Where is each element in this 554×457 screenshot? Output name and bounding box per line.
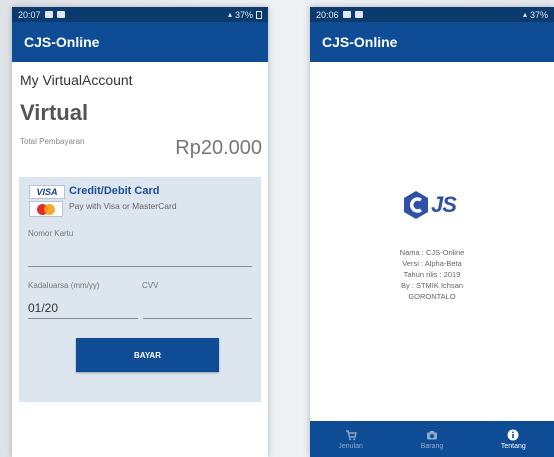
card-subtitle: Pay with Visa or MasterCard <box>69 201 177 211</box>
about-version: Versi : Alpha-Beta <box>402 259 462 268</box>
cjs-logo: JS <box>403 190 465 220</box>
camera-icon <box>426 430 437 439</box>
app-title: CJS-Online <box>322 34 398 50</box>
nav-item-tentang[interactable]: Tentang <box>473 421 554 457</box>
about-release-year: Tahun rilis : 2019 <box>403 270 461 279</box>
card-title: Credit/Debit Card <box>69 185 160 197</box>
cart-icon <box>345 429 357 440</box>
app-bar: CJS-Online <box>12 22 268 62</box>
status-right: ▴ 37% <box>523 10 548 20</box>
expiry-underline <box>28 318 138 319</box>
nav-item-barang[interactable]: Barang <box>391 421 472 457</box>
status-bar: 20:06 ▴ 37% <box>310 7 554 22</box>
about-author: By : STMIK Ichsan <box>400 281 464 290</box>
message-notification-icon <box>56 11 65 18</box>
pay-button[interactable]: BAYAR <box>76 338 219 372</box>
cvv-underline <box>143 318 252 319</box>
nav-label-jenulan: Jenulan <box>338 442 363 450</box>
status-right: ▴ 37% <box>228 10 262 20</box>
virtual-heading: Virtual <box>20 100 89 125</box>
nav-label-barang: Barang <box>420 442 444 450</box>
card-payment-panel: VISA Credit/Debit Card Pay with Visa or … <box>19 177 261 402</box>
about-name: Nama : CJS-Online <box>399 248 465 257</box>
image-notification-icon <box>44 11 53 18</box>
card-number-input[interactable] <box>28 251 250 265</box>
status-time: 20:07 <box>18 9 41 20</box>
virtual-account-title: My VirtualAccount <box>20 72 133 88</box>
battery-icon <box>256 10 262 19</box>
nav-item-jenulan[interactable]: Jenulan <box>310 421 391 457</box>
cvv-label: CVV <box>142 281 159 290</box>
info-icon <box>507 429 519 440</box>
expiry-input[interactable]: 01/20 <box>28 301 138 315</box>
card-number-label: Nomor Kartu <box>28 229 74 238</box>
total-payment-value: Rp20.000 <box>175 137 262 159</box>
app-bar: CJS-Online <box>310 22 554 62</box>
signal-icon: ▴ <box>522 10 527 19</box>
phone-screen-about: 20:06 ▴ 37% CJS-Online JS Nama : CJS-Onl… <box>310 7 554 457</box>
battery-percent: 37% <box>529 9 548 20</box>
bottom-navigation: Jenulan Barang Tentang <box>310 421 554 457</box>
cvv-input[interactable] <box>143 301 251 315</box>
status-time: 20:06 <box>316 9 339 20</box>
status-bar: 20:07 ▴ 37% <box>12 7 268 22</box>
battery-percent: 37% <box>234 9 253 20</box>
signal-icon: ▴ <box>227 10 232 19</box>
total-payment-label: Total Pembayaran <box>20 137 85 146</box>
about-info: Nama : CJS-Online Versi : Alpha-Beta Tah… <box>310 247 554 302</box>
logo-text: JS <box>431 192 457 217</box>
mastercard-logo-icon <box>29 201 63 217</box>
expiry-label: Kadaluarsa (mm/yy) <box>28 281 100 290</box>
phone-screen-payment: 20:07 ▴ 37% CJS-Online My VirtualAccount… <box>12 7 268 457</box>
app-title: CJS-Online <box>24 34 100 50</box>
nav-label-tentang: Tentang <box>500 442 526 450</box>
about-city: GORONTALO <box>408 292 456 301</box>
card-number-underline <box>28 266 252 267</box>
visa-logo-icon: VISA <box>29 185 65 199</box>
image-notification-icon <box>342 11 351 18</box>
message-notification-icon <box>354 11 363 18</box>
